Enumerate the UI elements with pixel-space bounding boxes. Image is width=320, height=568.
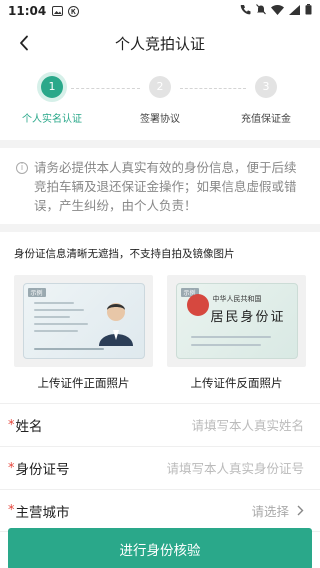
id-front-preview[interactable]: 示例 (14, 275, 153, 367)
card-number-line (33, 348, 104, 350)
wifi-icon (271, 4, 284, 18)
card-text-line (33, 330, 78, 332)
signal-icon (289, 4, 300, 18)
sample-tag: 示例 (27, 288, 46, 297)
page-title: 个人竞拍认证 (114, 34, 205, 53)
required-mark: * (8, 417, 15, 433)
name-label: 姓名 (15, 419, 43, 435)
mute-icon (256, 4, 266, 18)
back-button[interactable] (12, 31, 36, 55)
city-placeholder: 请选择 (251, 504, 289, 519)
id-upload-hint: 身份证信息清晰无遮挡，不支持自拍及镜像图片 (14, 248, 235, 260)
identity-form: * 姓名 * 身份证号 * 主营城市 请选择 (0, 403, 320, 532)
national-emblem-icon (186, 294, 209, 316)
notice-banner: i 请务必提供本人真实有效的身份信息，便于后续竞拍车辆及退还保证金操作；如果信息… (0, 148, 320, 224)
step-label: 充值保证金 (241, 114, 291, 125)
section-divider (0, 224, 320, 232)
portrait-icon (98, 303, 133, 346)
card-text-line (190, 344, 261, 346)
status-icons (240, 4, 312, 18)
step-number: 1 (41, 76, 63, 98)
gallery-icon (52, 6, 64, 16)
name-row: * 姓名 (0, 403, 320, 446)
city-label: 主营城市 (15, 504, 70, 521)
card-text-line (33, 309, 84, 311)
step-number: 2 (149, 76, 171, 98)
step-2: 2 签署协议 (110, 76, 210, 125)
page: 11:04 个人竞拍认证 1 个人实名认证 2 签署协议 3 充值保证金 i 请… (0, 0, 320, 568)
k-app-icon (68, 5, 80, 17)
step-3: 3 充值保证金 (216, 76, 316, 125)
id-card-back-sample: 示例 中华人民共和国 居民身份证 (175, 283, 298, 359)
id-front-upload[interactable]: 示例 上传证件正面照片 (14, 275, 153, 391)
id-card-list: 示例 上传证件正面照片 示例 中华人民共和国 居民身份证 上传证件反面照片 (14, 275, 306, 391)
id-card-front-sample: 示例 (22, 283, 145, 359)
chevron-left-icon (20, 35, 28, 51)
required-mark: * (8, 503, 15, 518)
id-number-label: 身份证号 (15, 462, 70, 478)
status-time: 11:04 (8, 4, 47, 18)
section-divider (0, 140, 320, 148)
card-text-line (33, 316, 70, 318)
step-label: 个人实名认证 (22, 114, 82, 125)
id-back-upload[interactable]: 示例 中华人民共和国 居民身份证 上传证件反面照片 (167, 275, 306, 391)
name-input[interactable] (124, 417, 304, 433)
id-back-preview[interactable]: 示例 中华人民共和国 居民身份证 (167, 275, 306, 367)
status-bar: 11:04 (0, 0, 320, 22)
city-select[interactable]: 请选择 (251, 501, 304, 520)
call-icon (240, 4, 251, 18)
step-1: 1 个人实名认证 (2, 76, 102, 125)
battery-icon (305, 4, 312, 18)
id-number-row: * 身份证号 (0, 446, 320, 489)
progress-steps: 1 个人实名认证 2 签署协议 3 充值保证金 (0, 64, 320, 140)
step-number: 3 (255, 76, 277, 98)
card-text-line (33, 323, 88, 325)
id-upload-section: 身份证信息清晰无遮挡，不支持自拍及镜像图片 示例 上传证件正面照片 示例 中华人… (0, 232, 320, 391)
id-front-caption: 上传证件正面照片 (37, 376, 130, 390)
card-text-line (190, 336, 271, 338)
info-icon: i (16, 162, 28, 174)
city-row[interactable]: * 主营城市 请选择 (0, 489, 320, 532)
chevron-right-icon (297, 505, 304, 516)
id-number-input[interactable] (124, 460, 304, 476)
id-back-caption: 上传证件反面照片 (190, 376, 283, 390)
nav-bar: 个人竞拍认证 (0, 22, 320, 64)
step-label: 签署协议 (140, 114, 180, 125)
card-title-text: 居民身份证 (210, 310, 286, 325)
card-text-line (33, 302, 74, 304)
required-mark: * (8, 460, 15, 476)
card-country-text: 中华人民共和国 (212, 295, 262, 303)
notice-text: 请务必提供本人真实有效的身份信息，便于后续竞拍车辆及退还保证金操作；如果信息虚假… (34, 160, 297, 213)
verify-identity-button[interactable]: 进行身份核验 (8, 528, 312, 568)
